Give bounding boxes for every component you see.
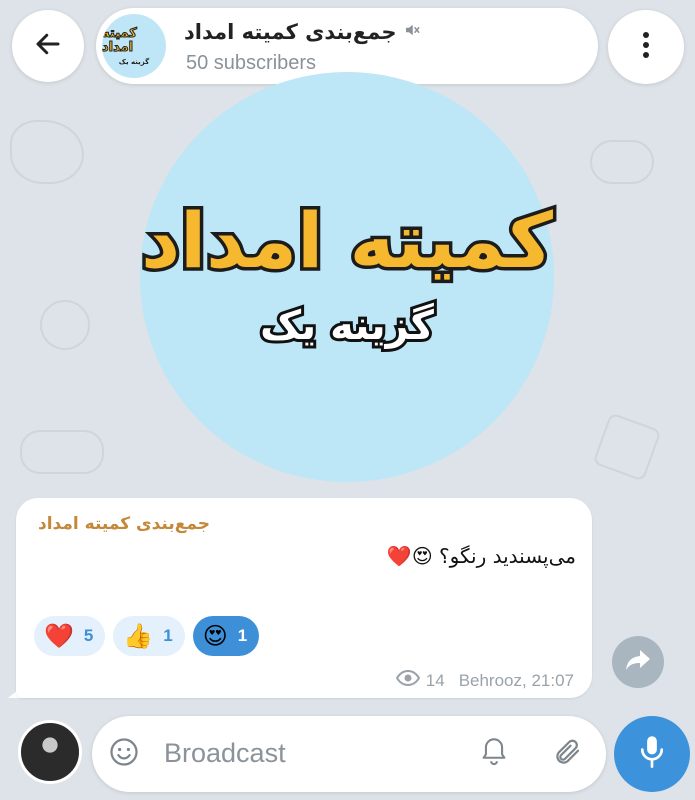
message-text: می‌پسندید رنگو؟ 😍❤️ bbox=[386, 544, 576, 568]
share-arrow-icon bbox=[625, 649, 651, 676]
subscriber-count: 50 subscribers bbox=[186, 52, 317, 74]
heart-emoji-icon: ❤️ bbox=[44, 622, 74, 650]
share-button[interactable] bbox=[612, 636, 664, 688]
thumbs-up-emoji-icon: 👍 bbox=[123, 622, 154, 650]
reaction-heart-eyes[interactable]: 😍 1 bbox=[192, 616, 260, 656]
paperclip-icon bbox=[553, 737, 583, 772]
message-meta: 14 Behrooz, 21:07 bbox=[395, 669, 574, 691]
wallpaper-doodle bbox=[40, 300, 90, 350]
eye-icon bbox=[395, 669, 420, 691]
muted-speaker-icon bbox=[403, 21, 421, 44]
wallpaper-doodle bbox=[590, 140, 654, 184]
wallpaper-doodle bbox=[10, 120, 84, 184]
reaction-count: 5 bbox=[83, 626, 94, 645]
reaction-heart[interactable]: ❤️ 5 bbox=[34, 616, 106, 656]
channel-avatar-title: کمیته امداد bbox=[102, 25, 137, 55]
view-count: 14 bbox=[425, 670, 445, 690]
channel-avatar[interactable]: کمیته امداد گزینه یک bbox=[102, 14, 166, 78]
silent-broadcast-button[interactable] bbox=[472, 732, 516, 776]
attach-button[interactable] bbox=[546, 732, 590, 776]
user-avatar[interactable] bbox=[18, 720, 82, 784]
reaction-count: 1 bbox=[163, 626, 173, 645]
channel-avatar-subtitle: گزینه یک bbox=[118, 57, 150, 66]
message-sender[interactable]: جمع‌بندی کمیته امداد bbox=[38, 514, 210, 534]
message-composer[interactable]: Broadcast bbox=[92, 716, 606, 792]
smiley-icon bbox=[109, 737, 139, 772]
message-bubble[interactable]: جمع‌بندی کمیته امداد می‌پسندید رنگو؟ 😍❤️… bbox=[16, 498, 592, 698]
reaction-thumbs-up[interactable]: 👍 1 bbox=[113, 616, 185, 656]
reaction-count: 1 bbox=[237, 626, 248, 645]
message-author-time: Behrooz, 21:07 bbox=[458, 670, 574, 690]
back-button[interactable] bbox=[12, 10, 84, 82]
channel-title: جمع‌بندی کمیته امداد bbox=[184, 20, 397, 44]
heart-eyes-emoji-icon: 😍 bbox=[202, 622, 228, 650]
bell-icon bbox=[480, 737, 508, 772]
profile-image-subtitle: گزینه یک bbox=[257, 300, 437, 352]
broadcast-input[interactable]: Broadcast bbox=[164, 738, 286, 769]
more-vertical-icon bbox=[642, 30, 650, 65]
arrow-left-icon bbox=[33, 29, 63, 64]
more-menu-button[interactable] bbox=[608, 10, 684, 84]
channel-profile-image[interactable]: کمیته امداد گزینه یک bbox=[138, 72, 557, 482]
emoji-button[interactable] bbox=[102, 732, 146, 776]
wallpaper-doodle bbox=[592, 412, 662, 482]
microphone-icon bbox=[639, 735, 665, 774]
profile-image-title: کمیته امداد bbox=[138, 192, 557, 288]
wallpaper-doodle bbox=[20, 430, 104, 474]
voice-message-button[interactable] bbox=[614, 716, 690, 792]
reaction-bar: ❤️ 5 👍 1 😍 1 bbox=[34, 616, 260, 656]
